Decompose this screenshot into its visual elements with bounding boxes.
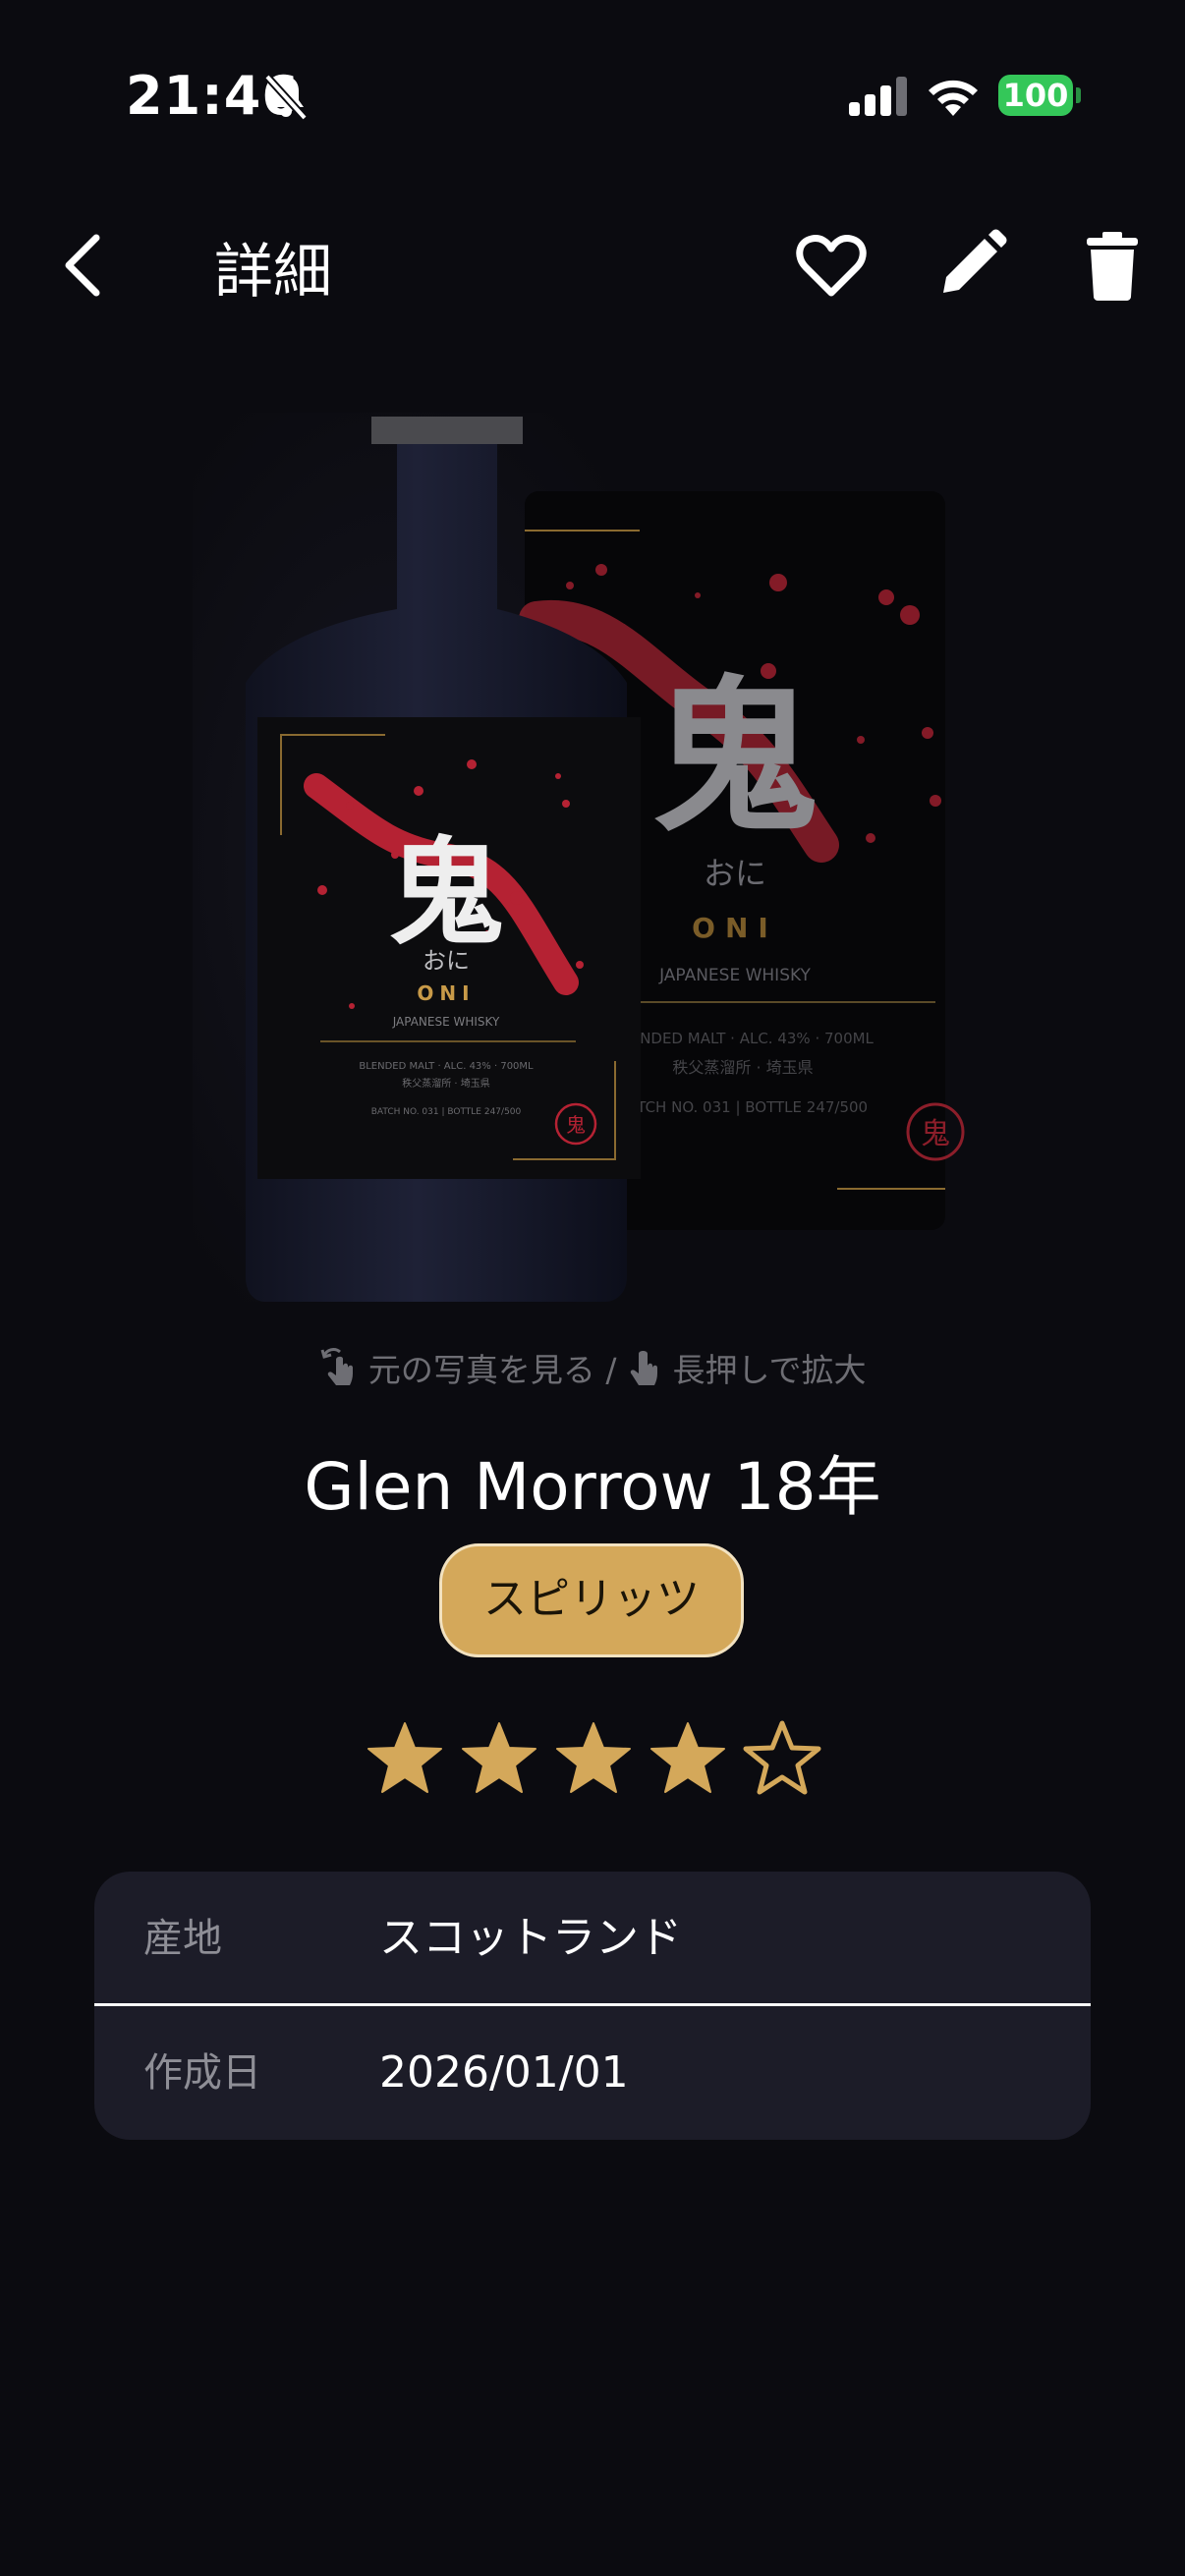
heart-icon (796, 235, 867, 297)
box-origin: 秩父蒸溜所 · 埼玉県 (672, 1058, 813, 1077)
bottle-kana: おに (423, 947, 470, 975)
star-filled-icon[interactable] (554, 1719, 633, 1798)
product-name: Glen Morrow 18年 (304, 1449, 881, 1525)
bottle-type: JAPANESE WHISKY (392, 1015, 500, 1029)
wifi-icon (929, 80, 978, 116)
trash-icon (1087, 232, 1138, 301)
pencil-icon (943, 229, 1007, 293)
box-batch: BATCH NO. 031 | BOTTLE 247/500 (618, 1098, 868, 1116)
box-kanji: 鬼 (651, 659, 818, 856)
view-original-link[interactable]: 元の写真を見る (368, 1351, 595, 1389)
product-photo[interactable]: 鬼 おに ONI JAPANESE WHISKY BLENDED MALT · … (193, 413, 969, 1302)
battery-icon: 100 (998, 75, 1081, 116)
origin-label: 産地 (143, 1916, 222, 1961)
page-title: 詳細 (214, 238, 332, 307)
bottle-seal: 鬼 (566, 1113, 586, 1137)
box-kana: おに (704, 855, 766, 892)
photo-hint: 元の写真を見る / 長押しで拡大 (0, 1344, 1185, 1391)
origin-row: 産地 スコットランド (94, 1872, 1091, 2005)
bottle-kanji: 鬼 (388, 824, 504, 961)
created-label: 作成日 (143, 2050, 261, 2096)
star-filled-icon[interactable] (649, 1719, 727, 1798)
origin-value: スコットランド (379, 1913, 682, 1963)
star-filled-icon[interactable] (366, 1719, 444, 1798)
bottle-brand: ONI (417, 981, 475, 1005)
star-filled-icon[interactable] (460, 1719, 538, 1798)
created-value: 2026/01/01 (379, 2047, 629, 2098)
category-badge[interactable]: スピリッツ (439, 1543, 744, 1657)
star-rating[interactable] (366, 1719, 821, 1798)
hint-separator: / (605, 1351, 617, 1389)
signal-icon (849, 77, 907, 116)
box-brand: ONI (692, 912, 778, 944)
edit-button[interactable] (933, 228, 1008, 303)
long-press-hint: 長押しで拡大 (672, 1351, 867, 1389)
bottle-specs: BLENDED MALT · ALC. 43% · 700ML (359, 1061, 534, 1072)
bell-slash-icon (264, 74, 308, 121)
star-empty-icon[interactable] (743, 1719, 821, 1798)
hand-press-icon (630, 1351, 658, 1385)
created-row: 作成日 2026/01/01 (94, 2006, 1091, 2140)
hand-rotate-icon (320, 1347, 354, 1385)
details-card: 産地 スコットランド 作成日 2026/01/01 (94, 1872, 1091, 2140)
box-seal: 鬼 (921, 1117, 950, 1151)
box-specs: BLENDED MALT · ALC. 43% · 700ML (612, 1030, 874, 1047)
back-button[interactable] (55, 226, 110, 305)
delete-button[interactable] (1075, 228, 1150, 303)
favorite-button[interactable] (794, 228, 869, 303)
bottle-origin: 秩父蒸溜所 · 埼玉県 (402, 1077, 490, 1090)
bottle-batch: BATCH NO. 031 | BOTTLE 247/500 (371, 1107, 522, 1117)
chevron-left-icon (65, 234, 100, 297)
battery-level: 100 (1002, 77, 1069, 114)
box-type: JAPANESE WHISKY (658, 966, 811, 985)
